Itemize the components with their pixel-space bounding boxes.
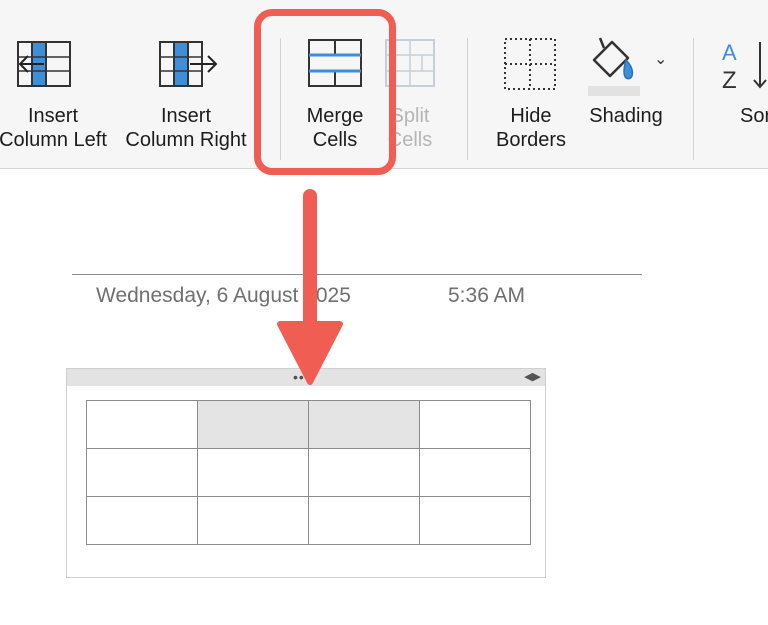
table-cell[interactable] [86,448,198,497]
screenshot-stage: Insert Column Left Insert Column Right M… [0,0,768,625]
shading-button[interactable]: ⌄ Shading [578,0,674,168]
table-row [86,448,531,497]
table-cell[interactable] [419,400,531,449]
page-table[interactable] [86,400,531,545]
page-date: Wednesday, 6 August 2025 [96,284,351,307]
split-cells-button[interactable]: Split Cells [368,0,452,168]
paint-bucket-icon [588,37,640,96]
insert-column-right-icon [159,41,218,87]
table-cell[interactable] [197,496,309,545]
table-row [86,496,531,545]
drag-handle-icon[interactable]: ••• [293,370,311,384]
svg-text:Z: Z [722,67,737,90]
merge-cells-button[interactable]: Merge Cells [292,0,378,168]
table-cell[interactable] [308,496,420,545]
table-cell[interactable] [86,400,198,449]
hide-borders-button[interactable]: Hide Borders [484,0,578,168]
table-cell-selected[interactable] [197,400,309,449]
shading-dropdown-chevron-icon[interactable]: ⌄ [654,52,667,68]
sort-label: Sort [740,105,768,127]
merge-cells-label: Merge Cells [306,105,364,151]
table-body [86,400,531,545]
insert-column-left-icon [17,41,71,87]
shading-label: Shading [589,105,663,127]
svg-text:A: A [722,40,737,65]
container-title-bar[interactable]: ••• ◀▶ [67,369,545,386]
ribbon-separator [280,38,281,160]
table-layout-ribbon: Insert Column Left Insert Column Right M… [0,0,768,169]
insert-column-left-button[interactable]: Insert Column Left [0,0,122,168]
table-cell[interactable] [197,448,309,497]
split-cells-icon [385,39,435,87]
insert-column-left-label: Insert Column Left [0,105,107,151]
table-row [86,400,531,449]
resize-arrows-icon[interactable]: ◀▶ [524,370,541,384]
insert-column-right-label: Insert Column Right [125,105,247,151]
table-cell[interactable] [419,448,531,497]
merge-cells-icon [308,39,362,87]
ribbon-separator [693,38,694,160]
split-cells-label: Split Cells [387,105,433,151]
table-cell-selected[interactable] [308,400,420,449]
table-cell[interactable] [419,496,531,545]
sort-button[interactable]: A Z Sort [700,0,768,168]
table-cell[interactable] [308,448,420,497]
table-cell[interactable] [86,496,198,545]
hide-borders-label: Hide Borders [495,105,567,151]
page-time: 5:36 AM [448,284,526,307]
ribbon-separator [467,38,468,160]
sort-az-icon: A Z [722,40,767,90]
header-rule [72,274,642,275]
insert-column-right-button[interactable]: Insert Column Right [118,0,254,168]
hide-borders-icon [504,38,556,90]
